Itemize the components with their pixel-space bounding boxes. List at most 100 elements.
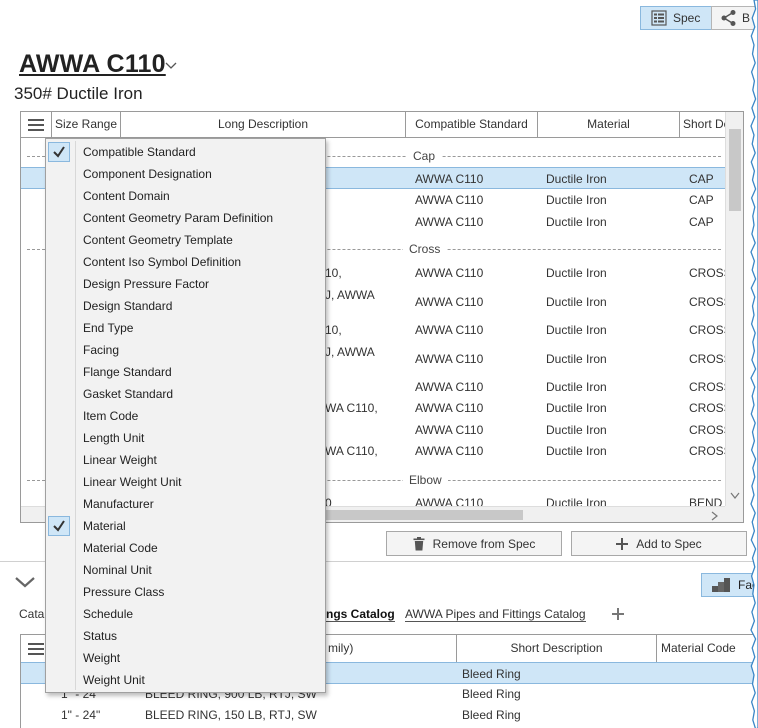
- column-header-material-code[interactable]: Material Code: [657, 635, 758, 662]
- menu-item-checkbox[interactable]: [48, 494, 70, 514]
- column-chooser-button[interactable]: [21, 112, 52, 137]
- menu-item-checkbox[interactable]: [48, 384, 70, 404]
- menu-item-component-designation[interactable]: Component Designation: [46, 163, 325, 185]
- trash-icon: [413, 536, 425, 550]
- menu-item-checkbox[interactable]: [48, 406, 70, 426]
- add-to-spec-button[interactable]: Add to Spec: [571, 531, 747, 556]
- column-header-long-description[interactable]: Long Description: [121, 112, 406, 137]
- menu-item-label: Linear Weight: [83, 453, 157, 467]
- menu-item-label: Component Designation: [83, 167, 212, 181]
- menu-item-checkbox[interactable]: [48, 340, 70, 360]
- menu-item-checkbox[interactable]: [48, 274, 70, 294]
- menu-item-manufacturer[interactable]: Manufacturer: [46, 493, 325, 515]
- menu-item-item-code[interactable]: Item Code: [46, 405, 325, 427]
- menu-item-length-unit[interactable]: Length Unit: [46, 427, 325, 449]
- menu-item-label: Weight Unit: [83, 673, 145, 687]
- column-header-material[interactable]: Material: [538, 112, 680, 137]
- scroll-right-icon[interactable]: [711, 511, 719, 521]
- grid-header: Size Range Long Description Compatible S…: [21, 112, 743, 138]
- menu-item-material-code[interactable]: Material Code: [46, 537, 325, 559]
- hamburger-icon: [28, 118, 44, 131]
- menu-item-label: Status: [83, 629, 118, 643]
- menu-item-checkbox[interactable]: [48, 362, 70, 382]
- menu-item-label: Weight: [83, 651, 121, 665]
- scroll-corner: [725, 506, 743, 522]
- menu-item-checkbox[interactable]: [48, 186, 70, 206]
- menu-item-label: Item Code: [83, 409, 139, 423]
- vertical-scroll-thumb[interactable]: [729, 129, 741, 211]
- scroll-down-icon[interactable]: [730, 492, 740, 500]
- menu-item-label: Material Code: [83, 541, 158, 555]
- column-header-size-range[interactable]: Size Range: [52, 112, 121, 137]
- menu-item-checkbox[interactable]: [48, 472, 70, 492]
- add-to-spec-label: Add to Spec: [636, 536, 702, 551]
- spec-subtitle: 350# Ductile Iron: [14, 84, 143, 103]
- menu-item-design-standard[interactable]: Design Standard: [46, 295, 325, 317]
- menu-item-checkbox[interactable]: [48, 208, 70, 228]
- menu-item-checkbox[interactable]: [48, 538, 70, 558]
- menu-item-label: Content Geometry Template: [83, 233, 233, 247]
- menu-item-content-iso-symbol-definition[interactable]: Content Iso Symbol Definition: [46, 251, 325, 273]
- menu-item-schedule[interactable]: Schedule: [46, 603, 325, 625]
- menu-item-content-geometry-param-definition[interactable]: Content Geometry Param Definition: [46, 207, 325, 229]
- menu-item-checkbox[interactable]: [48, 142, 70, 162]
- menu-item-linear-weight[interactable]: Linear Weight: [46, 449, 325, 471]
- menu-item-checkbox[interactable]: [48, 230, 70, 250]
- catalog-tab-label[interactable]: Catal: [19, 607, 47, 621]
- menu-item-checkbox[interactable]: [48, 560, 70, 580]
- menu-item-flange-standard[interactable]: Flange Standard: [46, 361, 325, 383]
- menu-item-checkbox[interactable]: [48, 428, 70, 448]
- plus-icon: [612, 608, 624, 620]
- menu-item-pressure-class[interactable]: Pressure Class: [46, 581, 325, 603]
- menu-item-checkbox[interactable]: [48, 450, 70, 470]
- menu-item-checkbox[interactable]: [48, 164, 70, 184]
- remove-from-spec-label: Remove from Spec: [432, 536, 536, 551]
- menu-item-label: Flange Standard: [83, 365, 172, 379]
- plus-icon: [616, 537, 629, 550]
- menu-item-nominal-unit[interactable]: Nominal Unit: [46, 559, 325, 581]
- menu-item-content-geometry-template[interactable]: Content Geometry Template: [46, 229, 325, 251]
- spec-view-button[interactable]: Spec: [640, 6, 712, 30]
- add-catalog-icon[interactable]: [612, 604, 624, 625]
- menu-item-checkbox[interactable]: [48, 582, 70, 602]
- menu-item-facing[interactable]: Facing: [46, 339, 325, 361]
- menu-item-checkbox[interactable]: [48, 296, 70, 316]
- column-chooser-menu[interactable]: Compatible Standard Component Designation…: [45, 138, 326, 693]
- menu-item-content-domain[interactable]: Content Domain: [46, 185, 325, 207]
- vertical-scrollbar[interactable]: [725, 112, 743, 508]
- column-header-short-description[interactable]: Short De: [680, 112, 727, 137]
- spec-title[interactable]: AWWA C110: [19, 50, 166, 79]
- menu-item-gasket-standard[interactable]: Gasket Standard: [46, 383, 325, 405]
- menu-item-compatible-standard[interactable]: Compatible Standard: [46, 141, 325, 163]
- menu-item-checkbox[interactable]: [48, 626, 70, 646]
- menu-item-checkbox[interactable]: [48, 604, 70, 624]
- menu-item-linear-weight-unit[interactable]: Linear Weight Unit: [46, 471, 325, 493]
- column-header-compatible-standard[interactable]: Compatible Standard: [406, 112, 538, 137]
- menu-item-checkbox[interactable]: [48, 670, 70, 690]
- remove-from-spec-button[interactable]: Remove from Spec: [386, 531, 562, 556]
- table-row[interactable]: 1" - 24" BLEED RING, 150 LB, RTJ, SW Ble…: [21, 704, 758, 726]
- menu-item-label: Pressure Class: [83, 585, 165, 599]
- menu-item-label: End Type: [83, 321, 134, 335]
- column-header-short-description[interactable]: Short Description: [457, 635, 657, 662]
- menu-item-checkbox[interactable]: [48, 516, 70, 536]
- chevron-down-icon[interactable]: [165, 62, 177, 70]
- menu-item-label: Gasket Standard: [83, 387, 174, 401]
- hamburger-icon: [28, 642, 44, 655]
- menu-item-weight-unit[interactable]: Weight Unit: [46, 669, 325, 691]
- share-icon: [721, 10, 736, 26]
- menu-item-checkbox[interactable]: [48, 318, 70, 338]
- catalog-tab-awwa-pipes-fittings[interactable]: AWWA Pipes and Fittings Catalog: [405, 607, 586, 622]
- menu-item-weight[interactable]: Weight: [46, 647, 325, 669]
- catalog-tab-fittings[interactable]: ngs Catalog: [326, 607, 395, 622]
- menu-item-material[interactable]: Material: [46, 515, 325, 537]
- menu-item-end-type[interactable]: End Type: [46, 317, 325, 339]
- list-icon: [651, 10, 667, 26]
- collapse-chevron-icon[interactable]: [14, 575, 36, 589]
- checkmark-icon: [53, 146, 65, 158]
- menu-item-checkbox[interactable]: [48, 648, 70, 668]
- menu-item-status[interactable]: Status: [46, 625, 325, 647]
- menu-item-design-pressure-factor[interactable]: Design Pressure Factor: [46, 273, 325, 295]
- menu-item-checkbox[interactable]: [48, 252, 70, 272]
- menu-item-label: Schedule: [83, 607, 134, 621]
